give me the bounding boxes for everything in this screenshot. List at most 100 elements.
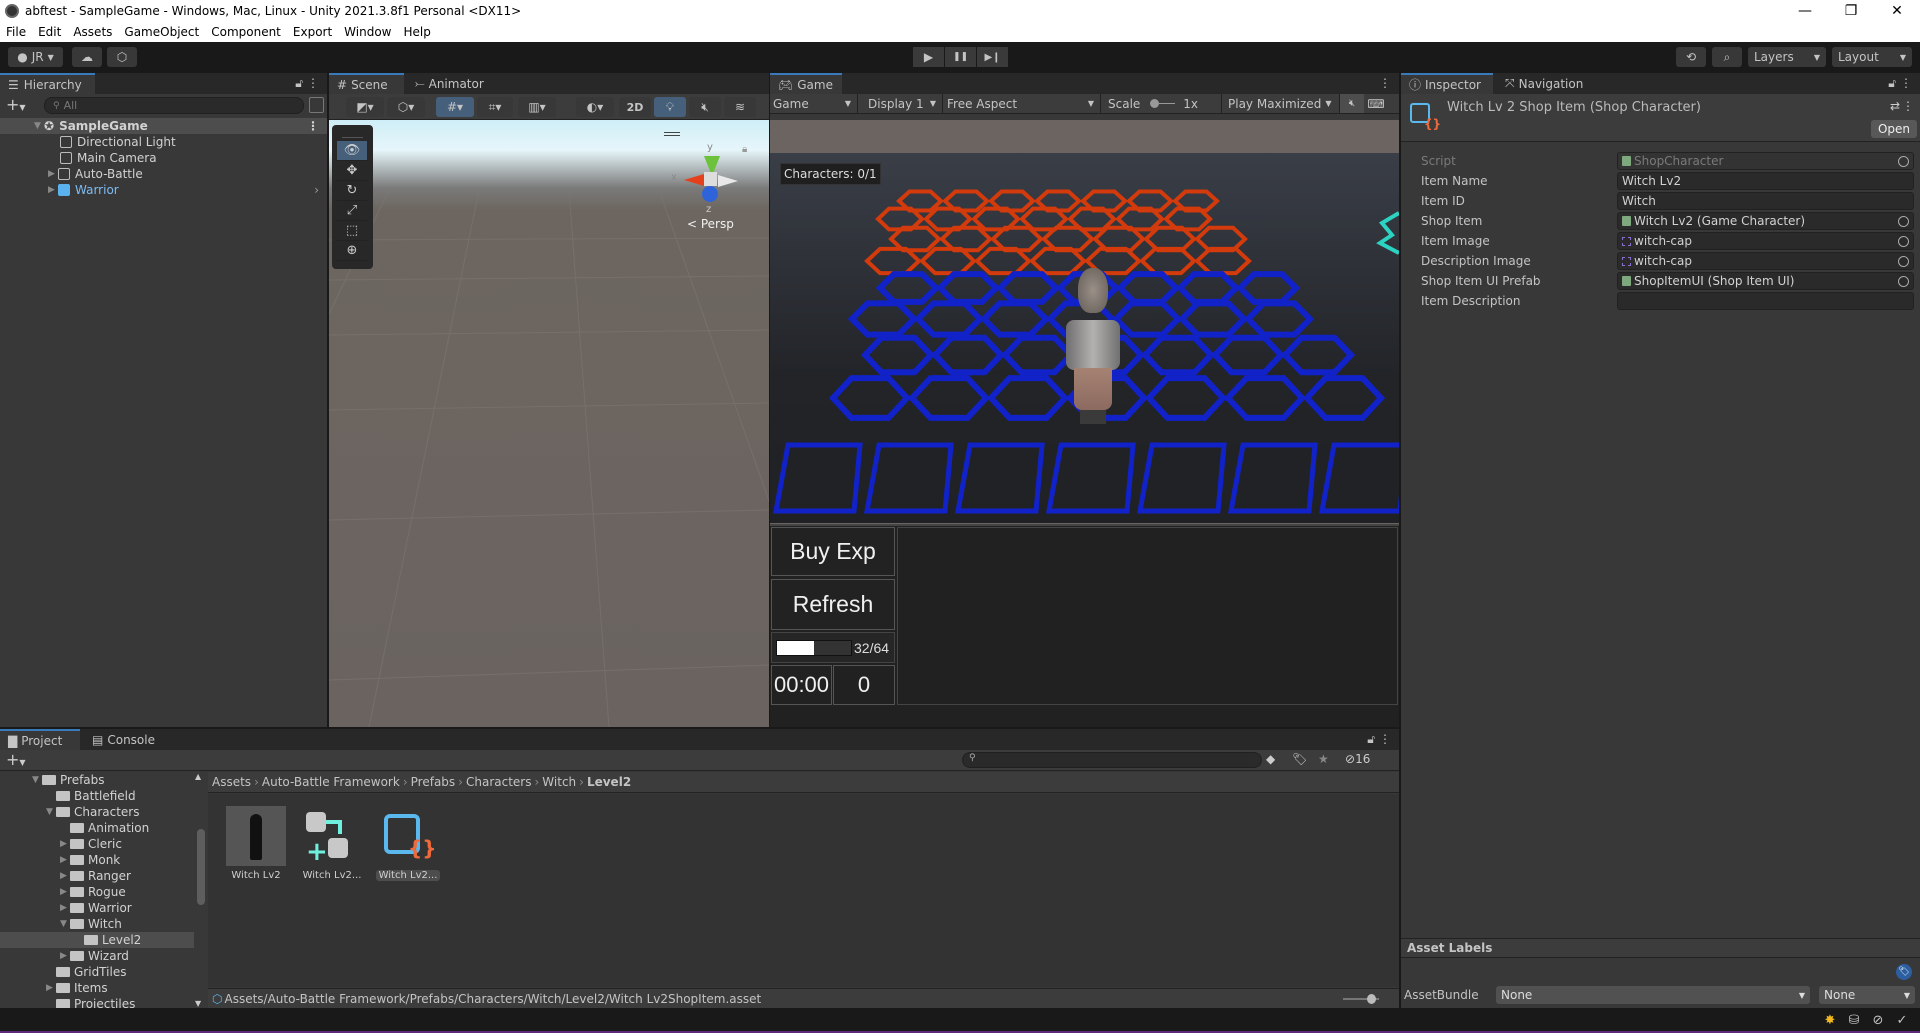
maximize-button[interactable]: ❐ <box>1828 0 1874 22</box>
asset-item[interactable]: Witch Lv2 <box>224 806 288 882</box>
breadcrumb-item[interactable]: Prefabs <box>411 775 456 789</box>
menu-window[interactable]: Window <box>338 25 397 39</box>
breadcrumb-item[interactable]: Witch <box>542 775 576 789</box>
favorites-button[interactable]: ★ <box>1318 752 1340 768</box>
expand-arrow-icon[interactable]: ▶ <box>46 983 56 993</box>
pivot-dropdown[interactable]: ⬡▾ <box>387 97 425 117</box>
player-hex-tile[interactable] <box>986 375 1070 421</box>
rect-tool-button[interactable]: ⬚ <box>337 221 367 241</box>
object-picker-icon[interactable] <box>1898 255 1909 267</box>
shortcuts-toggle[interactable]: ⌨ <box>1364 94 1388 113</box>
transform-tool-button[interactable]: ⊕ <box>337 241 367 261</box>
tab-project[interactable]: ▇ Project <box>0 729 80 750</box>
field-value[interactable]: Witch Lv2 <box>1617 172 1914 190</box>
folder-tree-item[interactable]: ▶ Items <box>0 980 194 996</box>
witch-character-model[interactable] <box>1066 268 1120 428</box>
more-options-icon[interactable]: ⋮ <box>1379 732 1391 746</box>
view-tool-button[interactable]: 👁︎ <box>337 141 367 161</box>
player-hex-tile[interactable] <box>860 334 936 376</box>
lock-icon[interactable]: 🔓︎ <box>1888 76 1896 91</box>
tab-navigation[interactable]: ⤧ Navigation <box>1497 73 1591 94</box>
refresh-button[interactable]: Refresh <box>771 579 895 630</box>
player-hex-tile[interactable] <box>1235 271 1301 305</box>
enemy-hex-tile[interactable] <box>864 246 922 276</box>
maximize-search-icon[interactable] <box>309 97 324 113</box>
player-hex-tile[interactable] <box>1280 334 1356 376</box>
lock-icon[interactable]: 🔓︎ <box>295 76 303 91</box>
tab-game[interactable]: 🎮︎ Game <box>770 73 842 94</box>
rotate-tool-button[interactable]: ↻ <box>337 181 367 201</box>
buy-exp-button[interactable]: Buy Exp <box>771 527 895 576</box>
minimize-button[interactable]: — <box>1782 0 1828 22</box>
search-button[interactable]: ⌕ <box>1712 47 1742 67</box>
enemy-hex-tile[interactable] <box>1194 246 1252 276</box>
expand-arrow-icon[interactable]: ▼ <box>32 775 42 785</box>
close-button[interactable]: ✕ <box>1874 0 1920 22</box>
more-options-icon[interactable]: ⋮ <box>307 76 319 90</box>
collab-button[interactable]: ⬡ <box>107 47 137 67</box>
orientation-gizmo[interactable]: y x z 🔒︎ <box>664 132 759 222</box>
folder-tree-item[interactable]: ▶ Ranger <box>0 868 194 884</box>
object-picker-icon[interactable] <box>1898 215 1909 227</box>
assetbundle-variant-dropdown[interactable]: None ▼ <box>1819 986 1915 1004</box>
step-button[interactable]: ▶❙ <box>977 47 1008 67</box>
expand-arrow-icon[interactable]: ▼ <box>60 919 70 929</box>
folder-tree-item[interactable]: Animation <box>0 820 194 836</box>
player-hex-tile[interactable] <box>1177 300 1249 338</box>
expand-arrow-icon[interactable]: ▶ <box>48 185 58 195</box>
asset-labels-header[interactable]: Asset Labels <box>1401 938 1920 958</box>
breadcrumb-item[interactable]: Characters <box>466 775 532 789</box>
folder-tree-item[interactable]: ▼ Witch <box>0 916 194 932</box>
icon-size-slider[interactable] <box>1343 994 1379 1004</box>
hierarchy-item[interactable]: ▶ Auto-Battle <box>0 166 327 182</box>
snap-increment-dropdown[interactable]: ⌗▾ <box>477 97 513 117</box>
folder-tree-item[interactable]: ▶ Monk <box>0 852 194 868</box>
cache-server-icon[interactable]: ⛁ <box>1844 1011 1864 1029</box>
expand-arrow-icon[interactable]: ▼ <box>46 807 56 817</box>
player-hex-tile[interactable] <box>828 375 912 421</box>
player-hex-tile[interactable] <box>1302 375 1386 421</box>
asset-item[interactable]: + Witch Lv2... <box>300 806 364 882</box>
play-button[interactable]: ▶ <box>913 47 944 67</box>
player-hex-tile[interactable] <box>1140 334 1216 376</box>
player-hex-tile[interactable] <box>995 271 1061 305</box>
create-button[interactable]: +▼ <box>6 95 26 114</box>
folder-tree-item[interactable]: ▼ Prefabs <box>0 772 194 788</box>
bench-tile[interactable] <box>773 442 863 514</box>
bench-tile[interactable] <box>864 442 954 514</box>
tab-animator[interactable]: ⤚ Animator <box>407 73 492 94</box>
bench-tile[interactable] <box>1319 442 1399 514</box>
expand-arrow-icon[interactable]: ▶ <box>60 887 70 897</box>
tab-hierarchy[interactable]: ☰ Hierarchy <box>0 73 95 94</box>
axis-x-cone[interactable] <box>684 174 704 186</box>
grid-snap-toggle[interactable]: #▾ <box>436 97 474 117</box>
lighting-toggle[interactable]: 💡︎ <box>654 97 686 117</box>
scene-viewport[interactable]: 👁︎ ✥ ↻ ⤢ ⬚ ⊕ y x z 🔒︎ < Persp <box>329 120 769 727</box>
expand-arrow-icon[interactable]: ▶ <box>60 903 70 913</box>
player-hex-tile[interactable] <box>913 300 985 338</box>
player-hex-tile[interactable] <box>1115 271 1181 305</box>
account-dropdown[interactable]: ● JR ▼ <box>8 47 63 67</box>
folder-tree-item[interactable]: Projectiles <box>0 996 194 1008</box>
asset-item[interactable]: {} Witch Lv2... <box>376 806 440 882</box>
search-by-type-button[interactable]: ◆ <box>1266 752 1288 768</box>
expand-arrow-icon[interactable]: ▶ <box>60 855 70 865</box>
lock-icon[interactable]: 🔓︎ <box>1367 732 1375 747</box>
player-hex-tile[interactable] <box>1243 300 1315 338</box>
play-mode-dropdown[interactable]: Play Maximized ▼ <box>1222 94 1340 113</box>
expand-arrow-icon[interactable]: ▶ <box>60 839 70 849</box>
breadcrumb-item[interactable]: Auto-Battle Framework <box>262 775 400 789</box>
expand-arrow-icon[interactable]: ▶ <box>60 871 70 881</box>
create-asset-button[interactable]: +▼ <box>6 750 26 769</box>
scale-tool-button[interactable]: ⤢ <box>337 201 367 221</box>
toggle-2d-button[interactable]: 2D <box>619 97 651 117</box>
game-viewport[interactable]: Characters: 0/1 Buy Exp Refresh 32/64 00… <box>770 120 1399 727</box>
folder-tree-item[interactable]: ▶ Rogue <box>0 884 194 900</box>
folder-tree-item[interactable]: ▼ Characters <box>0 804 194 820</box>
player-hex-tile[interactable] <box>1000 334 1076 376</box>
axis-z-cone[interactable] <box>702 186 718 202</box>
component-more-icon[interactable]: ⋮ <box>1902 99 1914 113</box>
hierarchy-item[interactable]: Directional Light <box>0 134 327 150</box>
player-hex-tile[interactable] <box>935 271 1001 305</box>
bench-tile[interactable] <box>1137 442 1227 514</box>
